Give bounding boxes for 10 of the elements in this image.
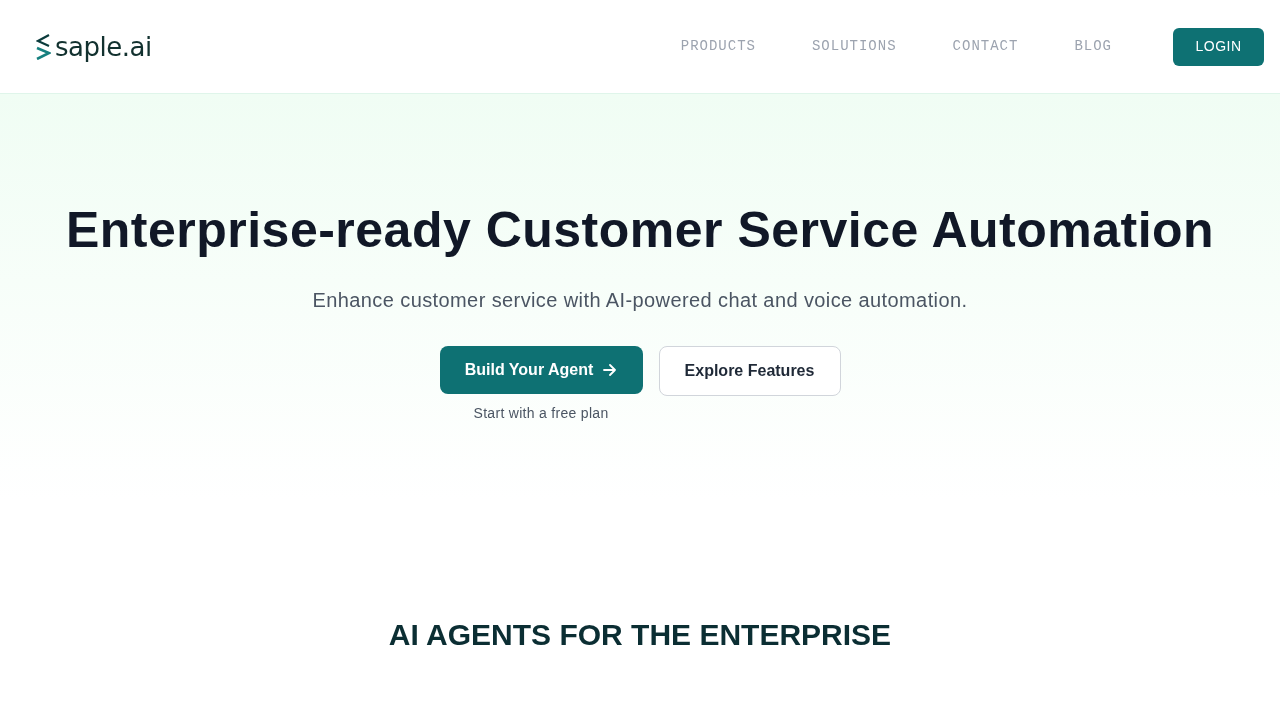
build-agent-button[interactable]: Build Your Agent <box>439 346 643 394</box>
section-title: AI AGENTS FOR THE ENTERPRISE <box>388 617 892 653</box>
explore-features-button[interactable]: Explore Features <box>658 346 841 396</box>
hero-subtitle: Enhance customer service with AI-powered chat and voice automation. <box>312 288 968 313</box>
logo-chevron-icon <box>36 33 51 60</box>
free-plan-note: Start with a free plan <box>473 404 609 423</box>
logo-wordmark[interactable]: saple.ai <box>55 33 152 60</box>
hero-title: Enterprise-ready Customer Service Automation <box>65 202 1215 258</box>
arrow-right-icon <box>603 364 618 376</box>
login-button[interactable]: LOGIN <box>1173 27 1264 66</box>
